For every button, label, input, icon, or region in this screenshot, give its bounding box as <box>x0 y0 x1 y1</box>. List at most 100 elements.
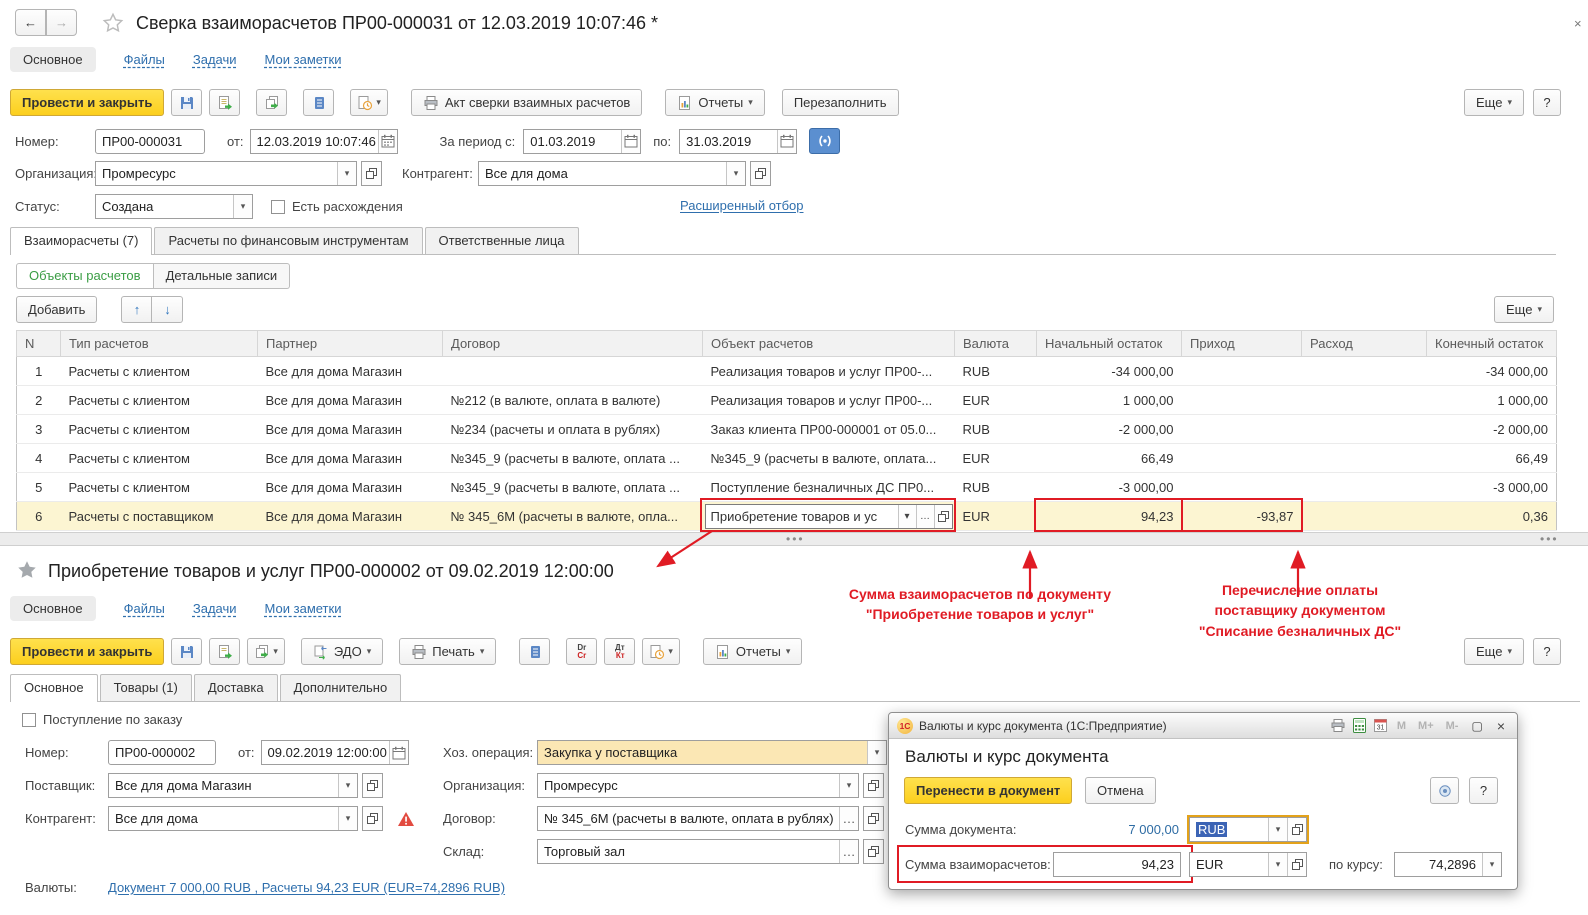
post-and-open-button[interactable] <box>256 89 287 116</box>
tab-notes[interactable]: Мои заметки <box>265 52 342 67</box>
dropdown-icon[interactable]: ▾ <box>1482 853 1501 876</box>
tab-responsible[interactable]: Ответственные лица <box>425 227 579 254</box>
column-header[interactable]: Приход <box>1182 331 1302 357</box>
currencies-link[interactable]: Документ 7 000,00 RUB , Расчеты 94,23 EU… <box>108 880 505 895</box>
calendar-icon[interactable] <box>621 130 640 153</box>
refill-button[interactable]: Перезаполнить <box>782 89 899 116</box>
save-button[interactable] <box>171 89 202 116</box>
table-cell[interactable] <box>1302 357 1427 386</box>
help-button[interactable]: ? <box>1533 638 1561 665</box>
contract-field[interactable]: № 345_6М (расчеты в валюте, оплата в руб… <box>537 806 859 831</box>
back-icon[interactable]: ← <box>15 9 46 36</box>
register-records-button[interactable] <box>303 89 334 116</box>
table-cell[interactable]: -2 000,00 <box>1037 415 1182 444</box>
toggle-objects[interactable]: Объекты расчетов <box>16 263 154 289</box>
table-cell[interactable]: 2 <box>17 386 61 415</box>
rate-field[interactable]: 74,2896 ▾ <box>1394 852 1502 877</box>
dialog-help-button[interactable]: ? <box>1469 777 1498 804</box>
table-cell[interactable]: №212 (в валюте, оплата в валюте) <box>443 386 703 415</box>
more-button[interactable]: Еще▾ <box>1464 89 1524 116</box>
table-cell[interactable]: Приобретение товаров и ус▾… <box>703 502 955 531</box>
doc-sum-value[interactable]: 7 000,00 <box>1089 822 1179 837</box>
open-icon[interactable] <box>863 806 884 831</box>
column-header[interactable]: Договор <box>443 331 703 357</box>
save-button[interactable] <box>171 638 202 665</box>
register-records-button[interactable] <box>519 638 550 665</box>
advanced-filter-link[interactable]: Расширенный отбор <box>680 198 804 213</box>
tab-notes[interactable]: Мои заметки <box>265 601 342 616</box>
table-cell[interactable]: 0,36 <box>1427 502 1557 531</box>
table-cell[interactable]: Все для дома Магазин <box>258 415 443 444</box>
edo-button[interactable]: ЭДО▾ <box>301 638 383 665</box>
more-button[interactable]: Еще▾ <box>1464 638 1524 665</box>
date-field[interactable]: 12.03.2019 10:07:46 <box>250 129 398 154</box>
history-button[interactable]: ▾ <box>642 638 680 665</box>
table-cell[interactable]: 1 000,00 <box>1037 386 1182 415</box>
table-cell[interactable]: RUB <box>955 415 1037 444</box>
table-cell[interactable]: 3 <box>17 415 61 444</box>
open-icon[interactable] <box>863 839 884 864</box>
open-icon[interactable] <box>934 505 952 528</box>
dropdown-icon[interactable]: ▾ <box>337 162 356 185</box>
table-cell[interactable] <box>1302 415 1427 444</box>
settle-sum-field[interactable]: 94,23 <box>1053 852 1181 877</box>
table-cell[interactable] <box>1302 502 1427 531</box>
table-cell[interactable]: EUR <box>955 386 1037 415</box>
table-cell[interactable]: EUR <box>955 502 1037 531</box>
dropdown-icon[interactable]: ▾ <box>1268 818 1287 841</box>
table-cell[interactable]: -34 000,00 <box>1037 357 1182 386</box>
column-header[interactable]: Начальный остаток <box>1037 331 1182 357</box>
table-cell[interactable]: Все для дома Магазин <box>258 473 443 502</box>
dtkt-button[interactable]: ДтКт <box>604 638 635 665</box>
table-cell[interactable]: Все для дома Магазин <box>258 357 443 386</box>
table-cell[interactable]: Реализация товаров и услуг ПР00-... <box>703 386 955 415</box>
table-row[interactable]: 1Расчеты с клиентомВсе для дома МагазинР… <box>17 357 1557 386</box>
table-cell[interactable]: RUB <box>955 473 1037 502</box>
counterparty-field[interactable]: Все для дома▾ <box>108 806 358 831</box>
dropdown-icon[interactable]: ▾ <box>839 774 858 797</box>
dropdown-icon[interactable]: ▾ <box>1268 853 1287 876</box>
reports-button[interactable]: Отчеты▾ <box>703 638 802 665</box>
ellipsis-button[interactable]: … <box>916 505 934 528</box>
memory-mplus-button[interactable]: M+ <box>1415 720 1437 732</box>
table-cell[interactable]: EUR <box>955 444 1037 473</box>
settle-currency-field[interactable]: EUR ▾ <box>1189 852 1307 877</box>
table-cell[interactable]: -3 000,00 <box>1427 473 1557 502</box>
printer-icon[interactable] <box>1330 719 1346 733</box>
table-cell[interactable] <box>1182 473 1302 502</box>
post-and-close-button[interactable]: Провести и закрыть <box>10 89 164 116</box>
status-field[interactable]: Создана▾ <box>95 194 253 219</box>
discrepancies-checkbox[interactable] <box>271 200 285 214</box>
dropdown-icon[interactable]: ▾ <box>898 505 916 528</box>
warehouse-field[interactable]: Торговый зал… <box>537 839 859 864</box>
tab-delivery[interactable]: Доставка <box>194 674 278 701</box>
reports-button[interactable]: Отчеты▾ <box>665 89 764 116</box>
number-field[interactable]: ПР00-000031 <box>95 129 205 154</box>
period-from-field[interactable]: 01.03.2019 <box>523 129 641 154</box>
open-icon[interactable] <box>750 161 771 186</box>
organization-field[interactable]: Промресурс▾ <box>95 161 357 186</box>
calculator-icon[interactable] <box>1352 718 1367 733</box>
table-cell[interactable] <box>1182 357 1302 386</box>
table-more-button[interactable]: Еще▾ <box>1494 296 1554 323</box>
dialog-titlebar[interactable]: 1С Валюты и курс документа (1С:Предприят… <box>889 713 1517 739</box>
table-cell[interactable]: 6 <box>17 502 61 531</box>
table-cell[interactable]: Расчеты с поставщиком <box>61 502 258 531</box>
open-icon[interactable] <box>1287 818 1306 841</box>
post-button[interactable] <box>209 89 240 116</box>
doc-currency-field[interactable]: RUB ▾ <box>1189 817 1307 842</box>
forward-icon[interactable]: → <box>46 9 77 36</box>
table-cell[interactable]: -2 000,00 <box>1427 415 1557 444</box>
memory-mminus-button[interactable]: M- <box>1443 720 1462 732</box>
table-cell[interactable] <box>443 357 703 386</box>
table-cell[interactable]: -34 000,00 <box>1427 357 1557 386</box>
operation-field[interactable]: Закупка у поставщика▾ <box>537 740 887 765</box>
table-cell[interactable]: Поступление безналичных ДС ПР0... <box>703 473 955 502</box>
close-icon[interactable]: × <box>1493 718 1509 734</box>
post-button[interactable] <box>209 638 240 665</box>
table-cell[interactable]: RUB <box>955 357 1037 386</box>
table-cell[interactable]: 1 000,00 <box>1427 386 1557 415</box>
move-down-icon[interactable]: ↓ <box>152 296 183 323</box>
table-cell[interactable] <box>1182 444 1302 473</box>
tab-main[interactable]: Основное <box>10 596 96 621</box>
